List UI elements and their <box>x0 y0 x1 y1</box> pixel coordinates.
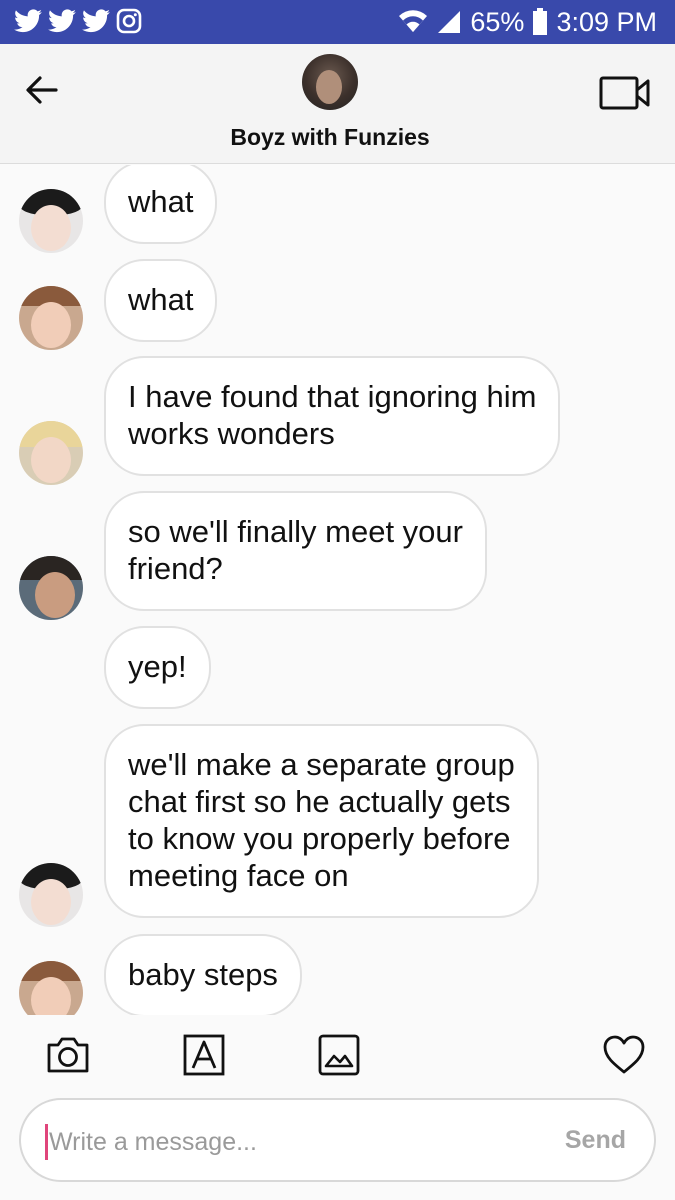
system-status: 65% 3:09 PM <box>398 0 657 44</box>
chat-title[interactable]: Boyz with Funzies <box>0 124 660 151</box>
sender-avatar[interactable] <box>19 863 83 927</box>
message-bubble[interactable]: yep! <box>104 626 211 709</box>
text-style-button[interactable] <box>182 1033 226 1077</box>
message-bubble[interactable]: baby steps <box>104 934 302 1015</box>
back-button[interactable] <box>22 70 62 110</box>
sender-avatar[interactable] <box>19 421 83 485</box>
message-bubble[interactable]: we'll make a separate group chat first s… <box>104 724 539 918</box>
message-bubble[interactable]: what <box>104 259 218 342</box>
message-list[interactable]: what what I have found that ignoring him… <box>0 165 675 1015</box>
sender-avatar[interactable] <box>19 286 83 350</box>
back-arrow-icon <box>26 76 58 104</box>
instagram-icon <box>116 8 142 34</box>
chat-screen: 65% 3:09 PM Boyz with Funzies what what … <box>0 0 675 1200</box>
video-camera-icon <box>599 76 650 110</box>
text-format-icon <box>183 1034 225 1076</box>
camera-icon <box>47 1037 89 1073</box>
twitter-icon <box>14 9 42 33</box>
chat-header: Boyz with Funzies <box>0 44 675 164</box>
camera-button[interactable] <box>46 1033 90 1077</box>
signal-icon <box>436 9 462 35</box>
message-bubble[interactable]: so we'll finally meet your friend? <box>104 491 487 611</box>
like-button[interactable] <box>602 1033 646 1077</box>
message-bubble[interactable]: what <box>104 165 218 244</box>
group-avatar[interactable] <box>302 54 358 110</box>
twitter-icon <box>82 9 110 33</box>
clock: 3:09 PM <box>556 6 657 37</box>
message-input[interactable] <box>49 1120 529 1164</box>
heart-icon <box>603 1035 645 1074</box>
text-cursor <box>45 1124 48 1160</box>
image-icon <box>318 1034 360 1076</box>
status-bar: 65% 3:09 PM <box>0 0 675 44</box>
battery-percent: 65% <box>470 6 525 37</box>
message-bubble[interactable]: I have found that ignoring him works won… <box>104 356 561 476</box>
composer-toolbar <box>0 1015 675 1095</box>
wifi-icon <box>398 10 428 34</box>
notification-icons <box>14 8 142 34</box>
battery-icon <box>532 8 548 36</box>
video-call-button[interactable] <box>599 74 651 112</box>
sender-avatar[interactable] <box>19 961 83 1015</box>
send-button[interactable]: Send <box>565 1126 626 1155</box>
message-composer: Send <box>19 1098 656 1182</box>
twitter-icon <box>48 9 76 33</box>
sender-avatar[interactable] <box>19 556 83 620</box>
gallery-button[interactable] <box>317 1033 361 1077</box>
sender-avatar[interactable] <box>19 189 83 253</box>
